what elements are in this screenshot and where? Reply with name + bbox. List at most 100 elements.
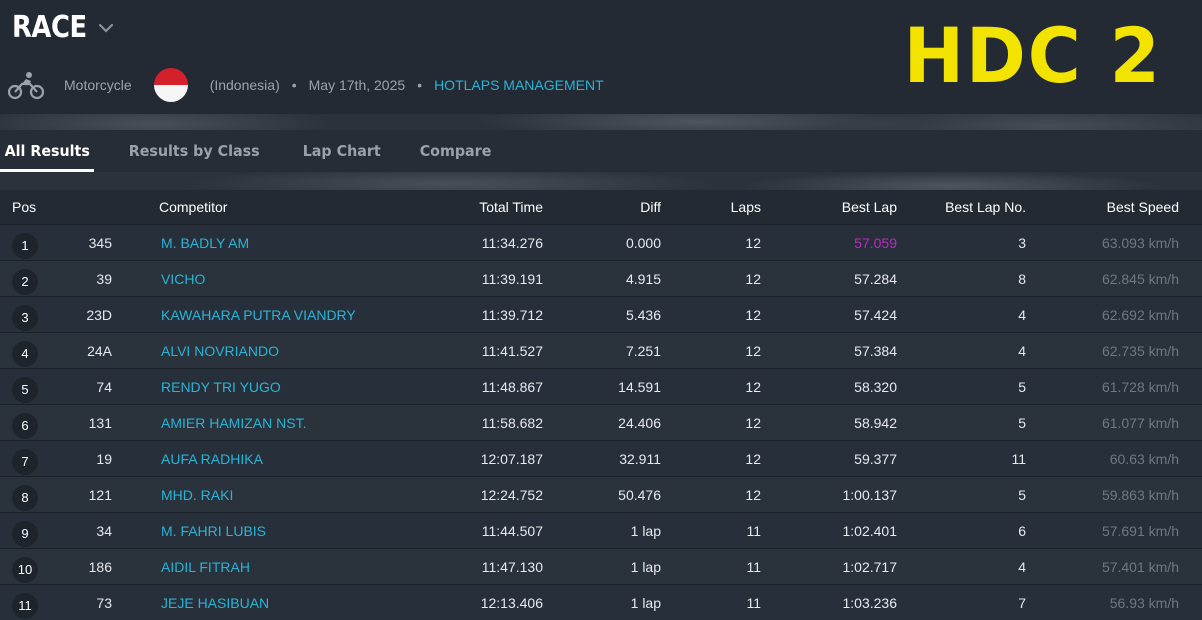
best-lap-number: 5 <box>1018 414 1026 431</box>
best-lap-number: 7 <box>1018 594 1026 611</box>
total-time: 11:41.527 <box>481 342 543 359</box>
best-lap: 1:03.236 <box>842 594 898 611</box>
competitor-number: 24A <box>87 342 112 359</box>
best-lap: 1:02.401 <box>842 522 898 539</box>
best-lap: 57.284 <box>854 270 897 287</box>
header-laps[interactable]: Laps <box>661 199 761 215</box>
competitor-name[interactable]: AUFA RADHIKA <box>161 451 263 467</box>
header-best-lap[interactable]: Best Lap <box>761 199 897 215</box>
title-row: RACE <box>12 10 117 45</box>
competitor-number: 345 <box>88 234 112 251</box>
table-header: Pos Competitor Total Time Diff Laps Best… <box>0 190 1202 224</box>
competitor-number: 34 <box>96 522 112 539</box>
position-badge: 2 <box>12 268 38 295</box>
results-tabs: All Results Results by Class Lap Chart C… <box>0 130 1202 172</box>
best-speed: 57.401 km/h <box>1101 558 1179 575</box>
position-cell: 10 <box>0 551 52 583</box>
competitor-number: 19 <box>96 450 112 467</box>
laps-count: 12 <box>745 414 761 431</box>
active-tab-indicator <box>0 169 94 172</box>
competitor-cell: JEJE HASIBUAN <box>112 595 410 611</box>
best-speed: 62.692 km/h <box>1101 306 1179 323</box>
diff-value: 14.591 <box>618 378 661 395</box>
position-badge: 9 <box>12 520 38 547</box>
position-cell: 11 <box>0 587 52 619</box>
competitor-name[interactable]: VICHO <box>161 271 205 287</box>
header-diff[interactable]: Diff <box>543 199 661 215</box>
best-lap-number: 5 <box>1018 378 1026 395</box>
best-lap: 57.424 <box>854 306 897 323</box>
position-cell: 8 <box>0 479 52 511</box>
laps-count: 12 <box>745 270 761 287</box>
position-cell: 5 <box>0 371 52 403</box>
total-time: 12:07.187 <box>480 450 543 467</box>
motorcycle-icon <box>8 72 44 100</box>
table-row[interactable]: 3 23D KAWAHARA PUTRA VIANDRY 11:39.712 5.436… <box>0 296 1202 332</box>
competitor-name[interactable]: MHD. RAKI <box>161 487 233 503</box>
table-row[interactable]: 7 19 AUFA RADHIKA 12:07.187 32.911 12 59.377 11… <box>0 440 1202 476</box>
best-speed: 61.077 km/h <box>1101 414 1179 431</box>
tab-all-results[interactable]: All Results <box>0 130 105 172</box>
position-cell: 7 <box>0 443 52 475</box>
competitor-name[interactable]: JEJE HASIBUAN <box>161 595 269 611</box>
event-date: May 17th, 2025 <box>308 77 406 93</box>
laps-count: 11 <box>746 522 761 539</box>
separator-dot: • <box>417 77 423 93</box>
laps-count: 12 <box>745 486 761 503</box>
results-table: Pos Competitor Total Time Diff Laps Best… <box>0 190 1202 620</box>
total-time: 11:47.130 <box>481 558 543 575</box>
header-total-time[interactable]: Total Time <box>410 199 543 215</box>
position-badge: 5 <box>12 376 38 403</box>
chevron-down-icon[interactable] <box>95 17 117 39</box>
table-row[interactable]: 4 24A ALVI NOVRIANDO 11:41.527 7.251 12 57.384… <box>0 332 1202 368</box>
competitor-name[interactable]: M. FAHRI LUBIS <box>161 523 266 539</box>
event-header: RACE Motorcycle (Indonesia) • May 17th, … <box>0 0 1202 114</box>
header-pos[interactable]: Pos <box>0 199 52 215</box>
table-row[interactable]: 10 186 AIDIL FITRAH 11:47.130 1 lap 11 1:02.71… <box>0 548 1202 584</box>
position-cell: 3 <box>0 299 52 331</box>
position-cell: 9 <box>0 515 52 547</box>
header-competitor[interactable]: Competitor <box>112 199 410 215</box>
competitor-name[interactable]: M. BADLY AM <box>161 235 249 251</box>
diff-value: 1 lap <box>630 594 661 611</box>
table-row[interactable]: 5 74 RENDY TRI YUGO 11:48.867 14.591 12 58.320… <box>0 368 1202 404</box>
header-best-lap-no[interactable]: Best Lap No. <box>897 199 1026 215</box>
competitor-cell: M. BADLY AM <box>112 235 410 251</box>
table-row[interactable]: 1 345 M. BADLY AM 11:34.276 0.000 12 57.059 3 63… <box>0 224 1202 260</box>
position-badge: 1 <box>12 232 38 259</box>
table-row[interactable]: 8 121 MHD. RAKI 12:24.752 50.476 12 1:00.137 5 5… <box>0 476 1202 512</box>
competitor-name[interactable]: AIDIL FITRAH <box>161 559 250 575</box>
competitor-name[interactable]: ALVI NOVRIANDO <box>161 343 279 359</box>
competitor-name[interactable]: AMIER HAMIZAN NST. <box>161 415 306 431</box>
best-lap-number: 5 <box>1018 486 1026 503</box>
table-row[interactable]: 2 39 VICHO 11:39.191 4.915 12 57.284 8 62.845 km… <box>0 260 1202 296</box>
competitor-name[interactable]: RENDY TRI YUGO <box>161 379 281 395</box>
total-time: 12:24.752 <box>480 486 543 503</box>
best-lap-number: 8 <box>1018 270 1026 287</box>
tab-compare[interactable]: Compare <box>405 130 506 172</box>
tab-results-by-class[interactable]: Results by Class <box>114 130 274 172</box>
position-cell: 2 <box>0 263 52 295</box>
total-time: 11:34.276 <box>481 234 543 251</box>
diff-value: 32.911 <box>619 450 661 467</box>
competitor-name[interactable]: KAWAHARA PUTRA VIANDRY <box>161 307 356 323</box>
laps-count: 12 <box>745 306 761 323</box>
best-speed: 62.735 km/h <box>1101 342 1179 359</box>
tab-lap-chart[interactable]: Lap Chart <box>288 130 395 172</box>
indonesia-flag-icon <box>153 68 188 102</box>
best-lap-number: 11 <box>1011 450 1026 467</box>
best-lap: 58.942 <box>854 414 897 431</box>
table-row[interactable]: 11 73 JEJE HASIBUAN 12:13.406 1 lap 11 1:03.23… <box>0 584 1202 620</box>
total-time: 11:39.712 <box>481 306 543 323</box>
table-row[interactable]: 9 34 M. FAHRI LUBIS 11:44.507 1 lap 11 1:02.40… <box>0 512 1202 548</box>
table-row[interactable]: 6 131 AMIER HAMIZAN NST. 11:58.682 24.406 12 5… <box>0 404 1202 440</box>
organizer-link[interactable]: HOTLAPS MANAGEMENT <box>434 77 604 93</box>
header-best-speed[interactable]: Best Speed <box>1026 199 1179 215</box>
total-time: 11:39.191 <box>481 270 543 287</box>
position-badge: 8 <box>12 484 38 511</box>
best-lap-number: 4 <box>1018 558 1026 575</box>
diff-value: 4.915 <box>625 270 661 287</box>
diff-value: 1 lap <box>630 522 661 539</box>
separator-dot: • <box>291 77 297 93</box>
category-label: Motorcycle <box>64 77 132 93</box>
